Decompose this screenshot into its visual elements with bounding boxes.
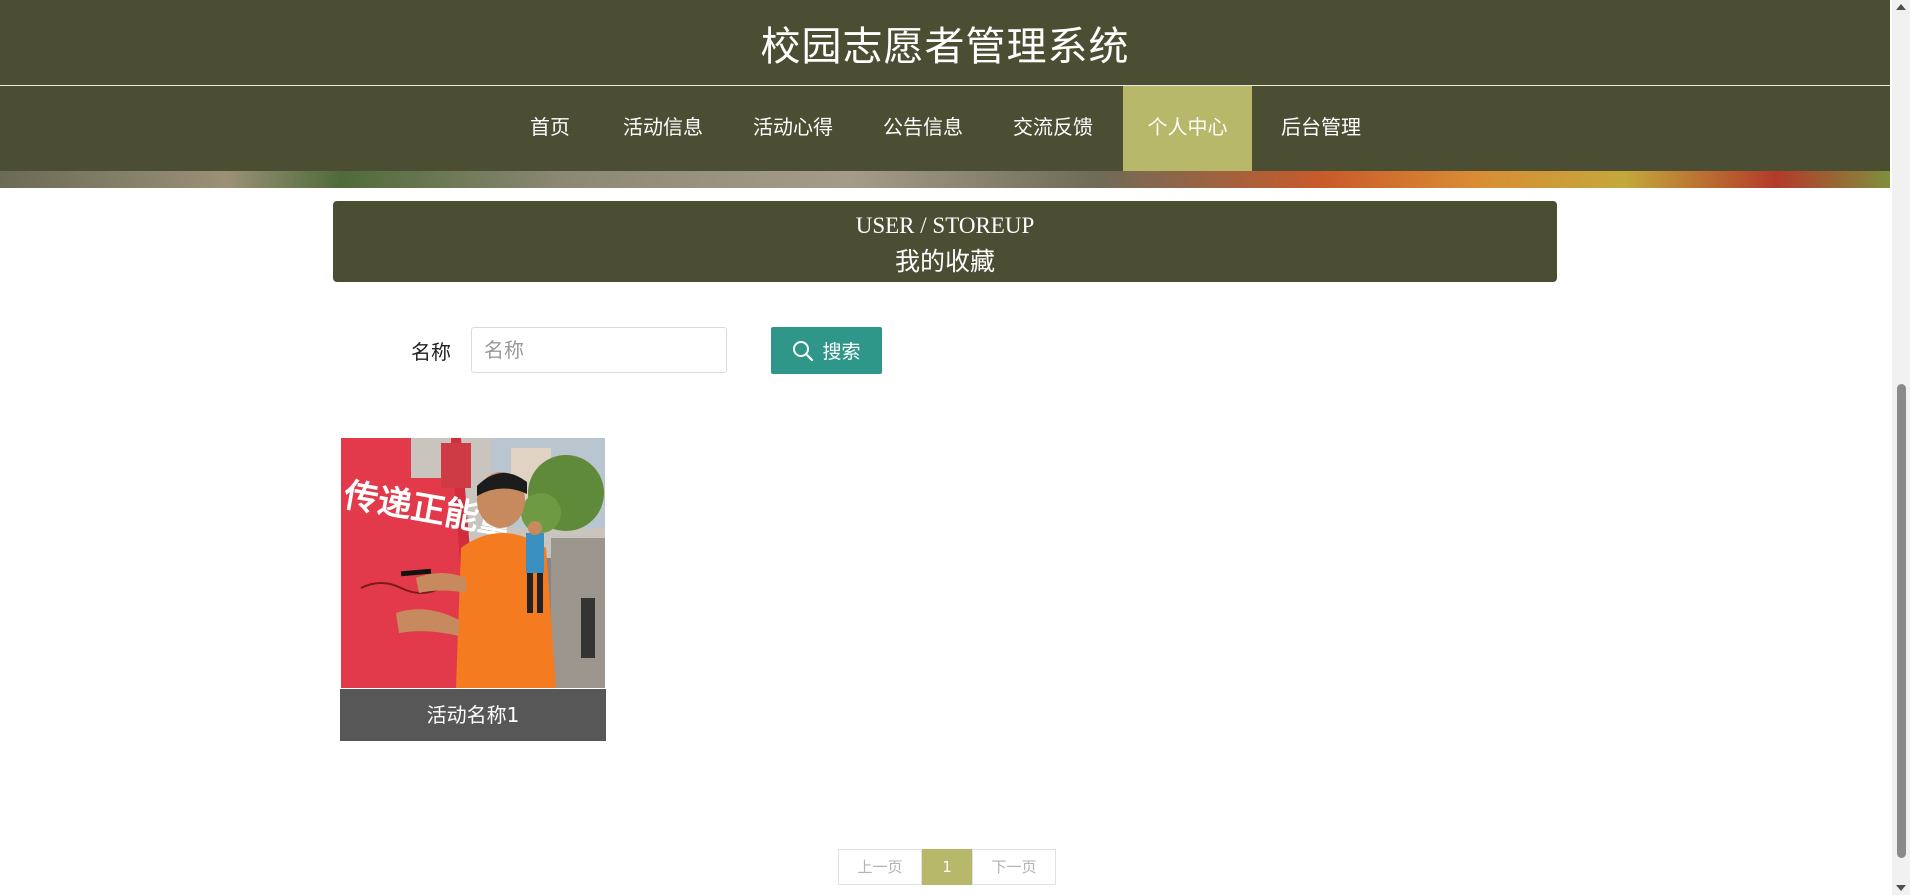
banner-image-strip [0,171,1890,188]
search-icon [793,340,814,361]
search-button-label: 搜索 [822,341,861,363]
activity-photo[interactable]: 传递正能量 [341,438,605,688]
nav-item-announcements[interactable]: 公告信息 [872,86,974,171]
scroll-up-arrow-icon[interactable] [1896,4,1906,10]
site-header: 校园志愿者管理系统 [0,0,1890,86]
section-title-banner: USER / STOREUP 我的收藏 [333,201,1557,282]
next-page-button[interactable]: 下一页 [972,849,1056,885]
main-nav: 首页 活动信息 活动心得 公告信息 交流反馈 个人中心 后台管理 [0,86,1890,171]
activity-name-caption[interactable]: 活动名称1 [340,689,606,741]
scroll-down-arrow-icon[interactable] [1896,885,1906,891]
nav-item-feedback[interactable]: 交流反馈 [1002,86,1104,171]
scrollbar-thumb[interactable] [1897,384,1906,858]
section-title-en: USER / STOREUP [855,213,1035,238]
section-title-zh: 我的收藏 [894,249,995,276]
search-name-input[interactable] [471,327,727,373]
page-number-button[interactable]: 1 [922,849,972,885]
favorite-item-card[interactable]: 传递正能量 活动名称1 [340,438,606,741]
nav-item-activity-info[interactable]: 活动信息 [612,86,714,171]
vertical-scrollbar[interactable] [1892,0,1910,895]
search-button[interactable]: 搜索 [771,327,882,374]
pagination: 上一页 1 下一页 [838,849,1056,885]
site-title: 校园志愿者管理系统 [760,23,1130,70]
prev-page-button[interactable]: 上一页 [838,849,922,885]
nav-item-admin[interactable]: 后台管理 [1270,86,1372,171]
nav-item-activity-notes[interactable]: 活动心得 [742,86,844,171]
search-name-label: 名称 [411,340,451,364]
nav-item-home[interactable]: 首页 [510,86,590,171]
nav-item-personal-center[interactable]: 个人中心 [1123,86,1252,171]
